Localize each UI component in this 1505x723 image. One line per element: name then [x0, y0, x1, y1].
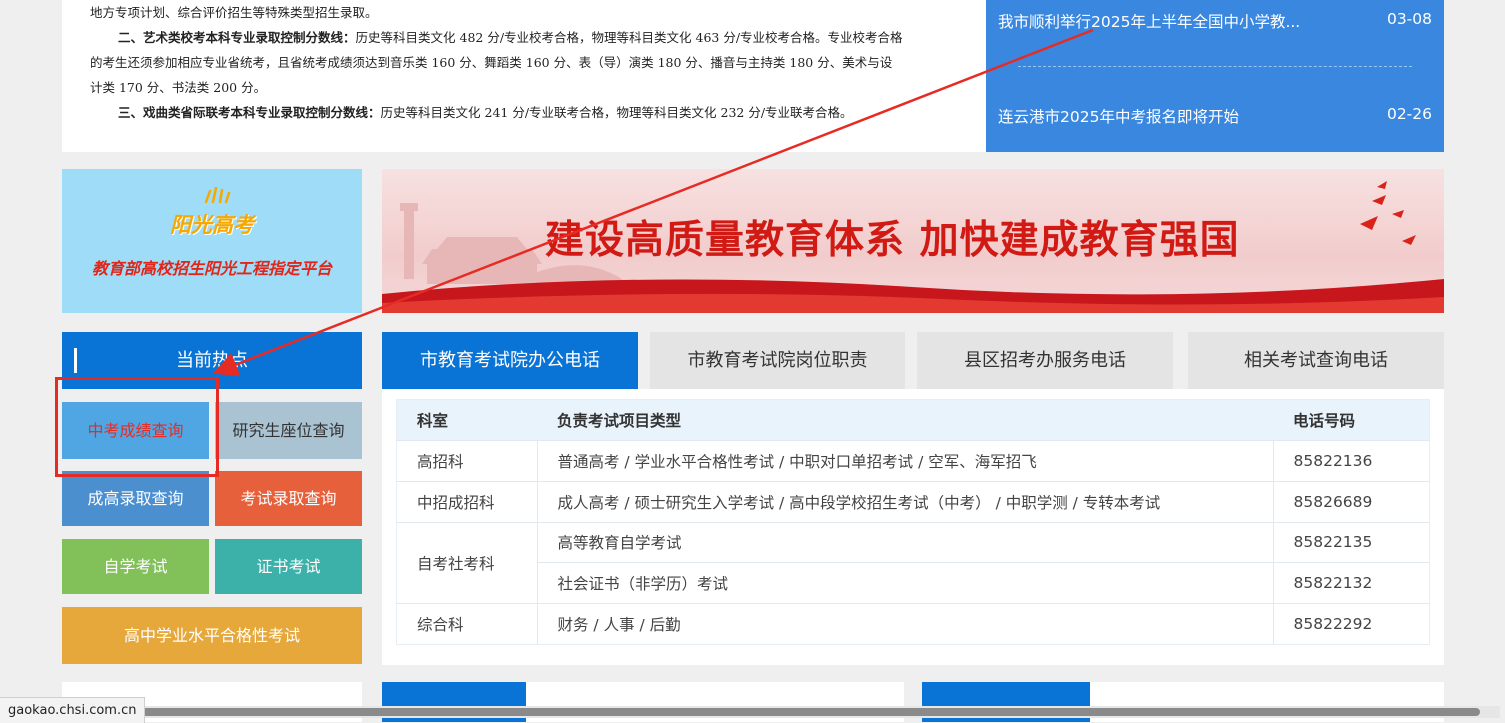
article-line: 二、艺术类校考本科专业录取控制分数线：历史等科目类文化 482 分/专业校考合格…	[118, 25, 903, 50]
tab-job-duties[interactable]: 市教育考试院岗位职责	[650, 332, 905, 389]
news-date: 03-08	[1386, 10, 1432, 28]
dept-cell: 自考社考科	[396, 521, 538, 604]
annotation-highlight-box	[55, 377, 219, 477]
article-text: 历史等科目类文化 482 分/专业校考合格，物理等科目类文化 463 分/专业校…	[355, 30, 903, 45]
items-cell: 成人高考 / 硕士研究生入学考试 / 高中段学校招生考试（中考） / 中职学测 …	[537, 480, 1274, 523]
tab-county-service-phone[interactable]: 县区招考办服务电话	[917, 332, 1173, 389]
items-cell: 普通高考 / 学业水平合格性考试 / 中职对口单招考试 / 空军、海军招飞	[537, 440, 1274, 482]
phone-cell: 85822132	[1273, 562, 1430, 604]
phone-cell: 85822136	[1273, 440, 1430, 482]
dept-cell: 高招科	[396, 440, 538, 482]
dept-cell: 综合科	[396, 603, 538, 645]
article-heading: 二、艺术类校考本科专业录取控制分数线：	[118, 30, 356, 45]
news-date: 02-26	[1386, 105, 1432, 123]
tab-office-phone[interactable]: 市教育考试院办公电话	[382, 332, 638, 389]
article-heading: 三、戏曲类省际联考本科专业录取控制分数线：	[118, 105, 381, 120]
news-item[interactable]: 连云港市2025年中考报名即将开始 02-26	[998, 105, 1432, 127]
table-row: 综合科 财务 / 人事 / 后勤 85822292	[396, 603, 1430, 645]
items-cell: 高等教育自学考试	[537, 521, 1274, 563]
logo-brand: 阳光高考	[170, 212, 254, 237]
sunshine-gaokao-logo[interactable]: 阳光高考 教育部高校招生阳光工程指定平台	[62, 169, 362, 313]
scrollbar-thumb[interactable]	[140, 708, 1480, 716]
hot-topics-title: 当前热点	[176, 350, 248, 371]
sun-rays-icon	[204, 187, 231, 203]
table-row: 社会证书（非学历）考试 85822132	[397, 562, 1430, 604]
table-header-row: 科室 负责考试项目类型 电话号码	[396, 399, 1430, 441]
article-line: 计类 170 分、书法类 200 分。	[90, 80, 267, 95]
phone-table: 科室 负责考试项目类型 电话号码 高招科 普通高考 / 学业水平合格性考试 / …	[396, 399, 1430, 645]
article-excerpt: 地方专项计划、综合评价招生等特殊类型招生录取。 二、艺术类校考本科专业录取控制分…	[62, 0, 986, 152]
article-line: 地方专项计划、综合评价招生等特殊类型招生录取。	[90, 5, 378, 20]
column-header: 负责考试项目类型	[537, 399, 1273, 441]
table-row: 自考社考科 高等教育自学考试 85822135	[396, 521, 1430, 604]
table-row: 中招成招科 成人高考 / 硕士研究生入学考试 / 高中段学校招生考试（中考） /…	[396, 480, 1430, 523]
self-study-exam-button[interactable]: 自学考试	[62, 539, 209, 594]
article-line: 三、戏曲类省际联考本科专业录取控制分数线：历史等科目类文化 241 分/专业联考…	[118, 100, 853, 125]
status-bar-url: gaokao.chsi.com.cn	[0, 697, 146, 723]
table-row: 高招科 普通高考 / 学业水平合格性考试 / 中职对口单招考试 / 空军、海军招…	[396, 440, 1430, 482]
article-text: 历史等科目类文化 241 分/专业联考合格，物理等科目类文化 232 分/专业联…	[380, 105, 853, 120]
adult-admission-query-button[interactable]: 成高录取查询	[62, 471, 209, 526]
dept-cell: 中招成招科	[396, 480, 538, 523]
education-banner[interactable]: 建设高质量教育体系 加快建成教育强国	[382, 169, 1444, 313]
phone-cell: 85826689	[1273, 480, 1430, 523]
phone-table-panel: 科室 负责考试项目类型 电话号码 高招科 普通高考 / 学业水平合格性考试 / …	[382, 389, 1444, 665]
column-header: 科室	[396, 399, 537, 441]
news-title[interactable]: 我市顺利举行2025年上半年全国中小学教...	[998, 13, 1300, 31]
certificate-exam-button[interactable]: 证书考试	[215, 539, 362, 594]
graduate-seat-query-button[interactable]: 研究生座位查询	[215, 402, 362, 459]
items-cell: 社会证书（非学历）考试	[537, 562, 1274, 604]
high-school-level-test-button[interactable]: 高中学业水平合格性考试	[62, 607, 362, 664]
horizontal-scrollbar[interactable]	[138, 706, 1500, 718]
article-line: 的考生还须参加相应专业省统考，且省统考成绩须达到音乐类 160 分、舞蹈类 16…	[90, 55, 893, 70]
news-title[interactable]: 连云港市2025年中考报名即将开始	[998, 108, 1239, 126]
phone-cell: 85822292	[1273, 603, 1430, 645]
banner-slogan: 建设高质量教育体系 加快建成教育强国	[545, 217, 1240, 263]
column-header: 电话号码	[1273, 399, 1430, 441]
news-panel: 我市顺利举行2025年上半年全国中小学教... 03-08 连云港市2025年中…	[986, 0, 1444, 152]
news-item[interactable]: 我市顺利举行2025年上半年全国中小学教... 03-08	[998, 10, 1432, 32]
items-cell: 财务 / 人事 / 后勤	[537, 603, 1274, 645]
logo-tagline: 教育部高校招生阳光工程指定平台	[91, 259, 332, 278]
header-accent-bar	[74, 348, 77, 373]
phone-cell: 85822135	[1273, 521, 1430, 563]
exam-admission-query-button[interactable]: 考试录取查询	[215, 471, 362, 526]
tab-related-exam-phone[interactable]: 相关考试查询电话	[1188, 332, 1444, 389]
divider	[1018, 66, 1412, 67]
